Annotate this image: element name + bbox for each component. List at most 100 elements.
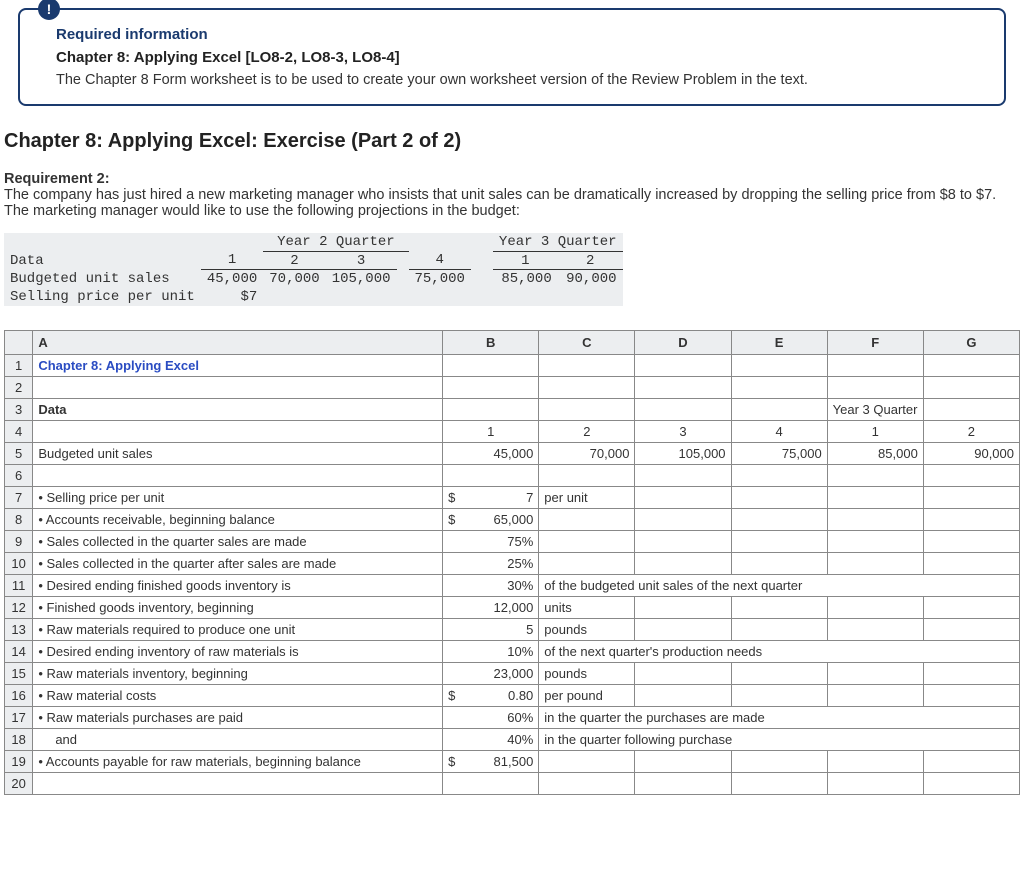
- ss-col-C[interactable]: C: [539, 331, 635, 355]
- cell-D2[interactable]: [635, 377, 731, 399]
- ss-rownum-16[interactable]: 16: [5, 685, 33, 707]
- cell-C17[interactable]: in the quarter the purchases are made: [539, 707, 1020, 729]
- cell-C20[interactable]: [539, 773, 635, 795]
- cell-D13[interactable]: [635, 619, 731, 641]
- ss-rownum-19[interactable]: 19: [5, 751, 33, 773]
- ss-col-D[interactable]: D: [635, 331, 731, 355]
- cell-E15[interactable]: [731, 663, 827, 685]
- cell-B8[interactable]: $65,000: [443, 509, 539, 531]
- cell-A11[interactable]: Desired ending finished goods inventory …: [33, 575, 443, 597]
- cell-A7[interactable]: Selling price per unit: [33, 487, 443, 509]
- cell-B11[interactable]: 30%: [443, 575, 539, 597]
- cell-E7[interactable]: [731, 487, 827, 509]
- cell-A17[interactable]: Raw materials purchases are paid: [33, 707, 443, 729]
- ss-rownum-13[interactable]: 13: [5, 619, 33, 641]
- cell-A9[interactable]: Sales collected in the quarter sales are…: [33, 531, 443, 553]
- cell-B7[interactable]: $7: [443, 487, 539, 509]
- cell-G1[interactable]: [923, 355, 1019, 377]
- cell-B5[interactable]: 45,000: [443, 443, 539, 465]
- cell-E2[interactable]: [731, 377, 827, 399]
- cell-E19[interactable]: [731, 751, 827, 773]
- cell-A1[interactable]: Chapter 8: Applying Excel: [33, 355, 443, 377]
- cell-D10[interactable]: [635, 553, 731, 575]
- cell-F5[interactable]: 85,000: [827, 443, 923, 465]
- cell-C7[interactable]: per unit: [539, 487, 635, 509]
- ss-rownum-1[interactable]: 1: [5, 355, 33, 377]
- ss-rownum-6[interactable]: 6: [5, 465, 33, 487]
- cell-F7[interactable]: [827, 487, 923, 509]
- cell-C4[interactable]: 2: [539, 421, 635, 443]
- cell-A4[interactable]: [33, 421, 443, 443]
- cell-G20[interactable]: [923, 773, 1019, 795]
- cell-A13[interactable]: Raw materials required to produce one un…: [33, 619, 443, 641]
- cell-C19[interactable]: [539, 751, 635, 773]
- cell-F9[interactable]: [827, 531, 923, 553]
- ss-rownum-4[interactable]: 4: [5, 421, 33, 443]
- cell-G8[interactable]: [923, 509, 1019, 531]
- ss-rownum-10[interactable]: 10: [5, 553, 33, 575]
- cell-E10[interactable]: [731, 553, 827, 575]
- cell-E6[interactable]: [731, 465, 827, 487]
- ss-rownum-15[interactable]: 15: [5, 663, 33, 685]
- cell-A2[interactable]: [33, 377, 443, 399]
- cell-C16[interactable]: per pound: [539, 685, 635, 707]
- cell-A5[interactable]: Budgeted unit sales: [33, 443, 443, 465]
- cell-G3[interactable]: [923, 399, 1019, 421]
- cell-E4[interactable]: 4: [731, 421, 827, 443]
- cell-G19[interactable]: [923, 751, 1019, 773]
- cell-A6[interactable]: [33, 465, 443, 487]
- cell-G9[interactable]: [923, 531, 1019, 553]
- cell-C9[interactable]: [539, 531, 635, 553]
- cell-C10[interactable]: [539, 553, 635, 575]
- cell-G16[interactable]: [923, 685, 1019, 707]
- cell-D5[interactable]: 105,000: [635, 443, 731, 465]
- ss-col-A[interactable]: A: [33, 331, 443, 355]
- cell-D3[interactable]: [635, 399, 731, 421]
- cell-E12[interactable]: [731, 597, 827, 619]
- ss-col-F[interactable]: F: [827, 331, 923, 355]
- cell-C18[interactable]: in the quarter following purchase: [539, 729, 1020, 751]
- cell-F6[interactable]: [827, 465, 923, 487]
- ss-rownum-18[interactable]: 18: [5, 729, 33, 751]
- cell-B3[interactable]: [443, 399, 539, 421]
- cell-B19[interactable]: $81,500: [443, 751, 539, 773]
- cell-A10[interactable]: Sales collected in the quarter after sal…: [33, 553, 443, 575]
- cell-G13[interactable]: [923, 619, 1019, 641]
- cell-B15[interactable]: 23,000: [443, 663, 539, 685]
- ss-rownum-5[interactable]: 5: [5, 443, 33, 465]
- ss-rownum-9[interactable]: 9: [5, 531, 33, 553]
- cell-F19[interactable]: [827, 751, 923, 773]
- cell-B4[interactable]: 1: [443, 421, 539, 443]
- cell-D16[interactable]: [635, 685, 731, 707]
- cell-F12[interactable]: [827, 597, 923, 619]
- cell-C5[interactable]: 70,000: [539, 443, 635, 465]
- cell-B2[interactable]: [443, 377, 539, 399]
- cell-G15[interactable]: [923, 663, 1019, 685]
- cell-D9[interactable]: [635, 531, 731, 553]
- ss-rownum-11[interactable]: 11: [5, 575, 33, 597]
- cell-A3[interactable]: Data: [33, 399, 443, 421]
- cell-G4[interactable]: 2: [923, 421, 1019, 443]
- cell-B20[interactable]: [443, 773, 539, 795]
- cell-E20[interactable]: [731, 773, 827, 795]
- cell-C11[interactable]: of the budgeted unit sales of the next q…: [539, 575, 1020, 597]
- cell-D8[interactable]: [635, 509, 731, 531]
- cell-F8[interactable]: [827, 509, 923, 531]
- cell-E13[interactable]: [731, 619, 827, 641]
- cell-E16[interactable]: [731, 685, 827, 707]
- cell-B12[interactable]: 12,000: [443, 597, 539, 619]
- cell-D20[interactable]: [635, 773, 731, 795]
- ss-col-G[interactable]: G: [923, 331, 1019, 355]
- cell-B16[interactable]: $0.80: [443, 685, 539, 707]
- cell-B9[interactable]: 75%: [443, 531, 539, 553]
- ss-rownum-12[interactable]: 12: [5, 597, 33, 619]
- cell-F10[interactable]: [827, 553, 923, 575]
- cell-B14[interactable]: 10%: [443, 641, 539, 663]
- cell-A12[interactable]: Finished goods inventory, beginning: [33, 597, 443, 619]
- cell-B10[interactable]: 25%: [443, 553, 539, 575]
- ss-col-B[interactable]: B: [443, 331, 539, 355]
- cell-G2[interactable]: [923, 377, 1019, 399]
- cell-D15[interactable]: [635, 663, 731, 685]
- cell-G12[interactable]: [923, 597, 1019, 619]
- ss-rownum-17[interactable]: 17: [5, 707, 33, 729]
